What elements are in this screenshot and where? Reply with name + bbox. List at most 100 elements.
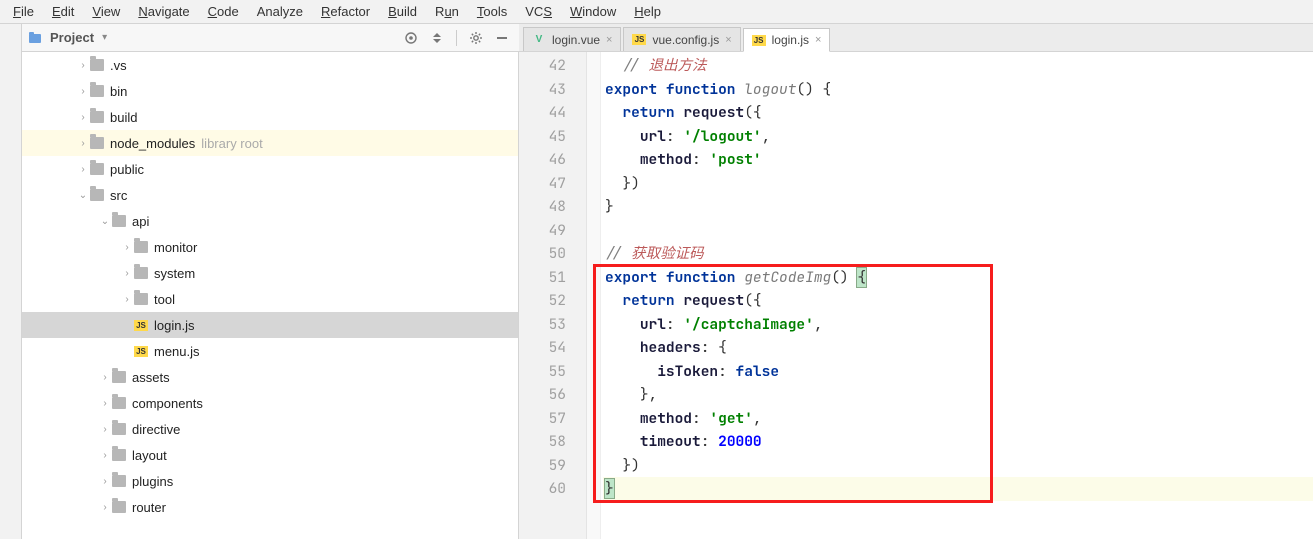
- code-line-49[interactable]: [603, 219, 1313, 243]
- tree-node-node_modules[interactable]: ›node_moduleslibrary root: [22, 130, 518, 156]
- tree-node-layout[interactable]: ›layout: [22, 442, 518, 468]
- fold-gutter[interactable]: [587, 52, 601, 539]
- chevron-right-icon[interactable]: ›: [76, 60, 90, 71]
- line-number: 52: [519, 289, 566, 313]
- menu-analyze[interactable]: Analyze: [248, 2, 312, 21]
- tree-label: components: [132, 396, 203, 411]
- code-line-45[interactable]: url: '/logout',: [603, 125, 1313, 149]
- folder-icon: [112, 449, 126, 461]
- close-icon[interactable]: ×: [725, 34, 731, 46]
- tree-node-public[interactable]: ›public: [22, 156, 518, 182]
- menu-window[interactable]: Window: [561, 2, 625, 21]
- chevron-right-icon[interactable]: ›: [98, 398, 112, 409]
- tree-label: login.js: [154, 318, 194, 333]
- code-line-52[interactable]: return request({: [603, 289, 1313, 313]
- code-line-57[interactable]: method: 'get',: [603, 407, 1313, 431]
- code-line-54[interactable]: headers: {: [603, 336, 1313, 360]
- chevron-right-icon[interactable]: ›: [76, 86, 90, 97]
- locate-icon[interactable]: [400, 27, 422, 49]
- menu-edit[interactable]: Edit: [43, 2, 83, 21]
- code-line-59[interactable]: }): [603, 454, 1313, 478]
- project-tree[interactable]: ›.vs›bin›build›node_moduleslibrary root›…: [22, 52, 519, 539]
- js-file-icon: JS: [134, 346, 148, 357]
- hide-icon[interactable]: [491, 27, 513, 49]
- chevron-right-icon[interactable]: ›: [76, 112, 90, 123]
- tree-node-login-js[interactable]: JS login.js: [22, 312, 518, 338]
- menu-refactor[interactable]: Refactor: [312, 2, 379, 21]
- chevron-down-icon[interactable]: ▾: [102, 32, 113, 43]
- code-line-60[interactable]: }: [603, 477, 1313, 501]
- project-icon: [28, 31, 42, 45]
- js-file-icon: JS: [134, 320, 148, 331]
- editor-tab-login-js[interactable]: JSlogin.js×: [743, 28, 831, 52]
- folder-icon: [112, 423, 126, 435]
- code-line-42[interactable]: // 退出方法: [603, 54, 1313, 78]
- vue-file-icon: V: [532, 33, 546, 47]
- line-number: 57: [519, 407, 566, 431]
- code-line-43[interactable]: export function logout() {: [603, 78, 1313, 102]
- tree-node-build[interactable]: ›build: [22, 104, 518, 130]
- tree-label: monitor: [154, 240, 197, 255]
- chevron-right-icon[interactable]: ›: [76, 138, 90, 149]
- close-icon[interactable]: ×: [815, 34, 821, 46]
- code-line-44[interactable]: return request({: [603, 101, 1313, 125]
- code-line-55[interactable]: isToken: false: [603, 360, 1313, 384]
- chevron-down-icon[interactable]: ⌄: [98, 216, 112, 227]
- menu-navigate[interactable]: Navigate: [129, 2, 198, 21]
- code-content[interactable]: // 退出方法export function logout() { return…: [601, 52, 1313, 539]
- code-line-58[interactable]: timeout: 20000: [603, 430, 1313, 454]
- editor-tab-vue-config-js[interactable]: JSvue.config.js×: [623, 27, 740, 51]
- code-line-53[interactable]: url: '/captchaImage',: [603, 313, 1313, 337]
- chevron-right-icon[interactable]: ›: [98, 476, 112, 487]
- tree-node-directive[interactable]: ›directive: [22, 416, 518, 442]
- code-line-48[interactable]: }: [603, 195, 1313, 219]
- code-line-51[interactable]: export function getCodeImg() {: [603, 266, 1313, 290]
- tree-node-tool[interactable]: ›tool: [22, 286, 518, 312]
- chevron-right-icon[interactable]: ›: [98, 424, 112, 435]
- chevron-right-icon[interactable]: ›: [98, 372, 112, 383]
- chevron-right-icon[interactable]: ›: [98, 450, 112, 461]
- tree-node-plugins[interactable]: ›plugins: [22, 468, 518, 494]
- code-line-46[interactable]: method: 'post': [603, 148, 1313, 172]
- tree-node-src[interactable]: ⌄src: [22, 182, 518, 208]
- tree-label: menu.js: [154, 344, 200, 359]
- menu-view[interactable]: View: [83, 2, 129, 21]
- code-line-47[interactable]: }): [603, 172, 1313, 196]
- folder-icon: [90, 59, 104, 71]
- tree-label: system: [154, 266, 195, 281]
- tree-node-monitor[interactable]: › monitor: [22, 234, 518, 260]
- project-view-label[interactable]: Project: [46, 30, 98, 45]
- line-number: 55: [519, 360, 566, 384]
- tree-node-api[interactable]: ⌄api: [22, 208, 518, 234]
- tree-node-assets[interactable]: ›assets: [22, 364, 518, 390]
- code-line-56[interactable]: },: [603, 383, 1313, 407]
- menu-help[interactable]: Help: [625, 2, 670, 21]
- chevron-right-icon[interactable]: ›: [120, 242, 134, 253]
- chevron-right-icon[interactable]: ›: [120, 294, 134, 305]
- gear-icon[interactable]: [465, 27, 487, 49]
- menu-tools[interactable]: Tools: [468, 2, 516, 21]
- menu-build[interactable]: Build: [379, 2, 426, 21]
- code-editor[interactable]: 42434445464748495051525354555657585960 /…: [519, 52, 1313, 539]
- close-icon[interactable]: ×: [606, 34, 612, 46]
- menu-code[interactable]: Code: [199, 2, 248, 21]
- expand-all-icon[interactable]: [426, 27, 448, 49]
- code-line-50[interactable]: // 获取验证码: [603, 242, 1313, 266]
- tree-node-bin[interactable]: ›bin: [22, 78, 518, 104]
- tree-node-router[interactable]: ›router: [22, 494, 518, 520]
- chevron-right-icon[interactable]: ›: [120, 268, 134, 279]
- line-number: 48: [519, 195, 566, 219]
- tree-node-components[interactable]: › components: [22, 390, 518, 416]
- chevron-right-icon[interactable]: ›: [76, 164, 90, 175]
- tree-node-system[interactable]: › system: [22, 260, 518, 286]
- line-number: 58: [519, 430, 566, 454]
- chevron-right-icon[interactable]: ›: [98, 502, 112, 513]
- menu-file[interactable]: File: [4, 2, 43, 21]
- menu-run[interactable]: Run: [426, 2, 468, 21]
- tree-node-menu-js[interactable]: JS menu.js: [22, 338, 518, 364]
- tool-window-stripe[interactable]: 1: Project: [0, 24, 22, 52]
- menu-vcs[interactable]: VCS: [516, 2, 561, 21]
- editor-tab-login-vue[interactable]: Vlogin.vue×: [523, 27, 621, 51]
- chevron-down-icon[interactable]: ⌄: [76, 190, 90, 201]
- tree-node--vs[interactable]: ›.vs: [22, 52, 518, 78]
